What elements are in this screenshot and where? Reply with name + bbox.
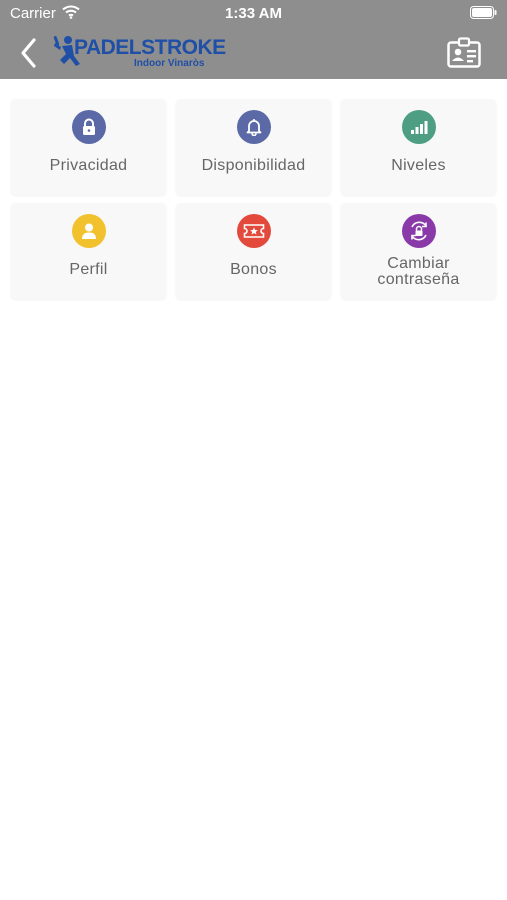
nav-bar: PADELSTROKE Indoor Vinaròs [0,28,507,79]
bell-icon [236,110,271,144]
menu-tile-disponibilidad[interactable]: Disponibilidad [176,99,331,195]
password-refresh-icon [401,214,436,248]
ticket-icon [236,214,271,248]
logo-brand-text: PADELSTROKE [74,36,226,59]
menu-tile-label: Bonos [230,261,277,278]
status-time: 1:33 AM [225,5,282,22]
status-bar: Carrier 1:33 AM [0,0,507,28]
chevron-left-icon [21,38,36,68]
app-logo: PADELSTROKE Indoor Vinaròs [52,34,226,74]
lock-icon [71,110,106,144]
back-button[interactable] [16,36,46,70]
menu-tile-label: Perfil [69,261,108,278]
menu-tile-cambiar-contrasena[interactable]: Cambiar contraseña [341,203,496,299]
battery-icon [470,6,497,23]
id-card-icon [447,37,481,68]
id-card-button[interactable] [447,37,481,69]
menu-tile-label: Privacidad [49,157,128,174]
settings-menu-grid: Privacidad Disponibilidad Niveles Perfil… [11,99,497,299]
top-bar: Carrier 1:33 AM PADELSTROKE Indoor Vinar… [0,0,507,79]
logo-sub-text: Indoor Vinaròs [134,58,205,69]
menu-tile-label: Cambiar contraseña [377,255,460,288]
signal-bars-icon [401,110,436,144]
menu-tile-bonos[interactable]: Bonos [176,203,331,299]
menu-tile-niveles[interactable]: Niveles [341,99,496,195]
menu-tile-label: Disponibilidad [201,157,306,174]
user-icon [71,214,106,248]
menu-tile-privacidad[interactable]: Privacidad [11,99,166,195]
menu-tile-perfil[interactable]: Perfil [11,203,166,299]
menu-tile-label: Niveles [391,157,446,174]
